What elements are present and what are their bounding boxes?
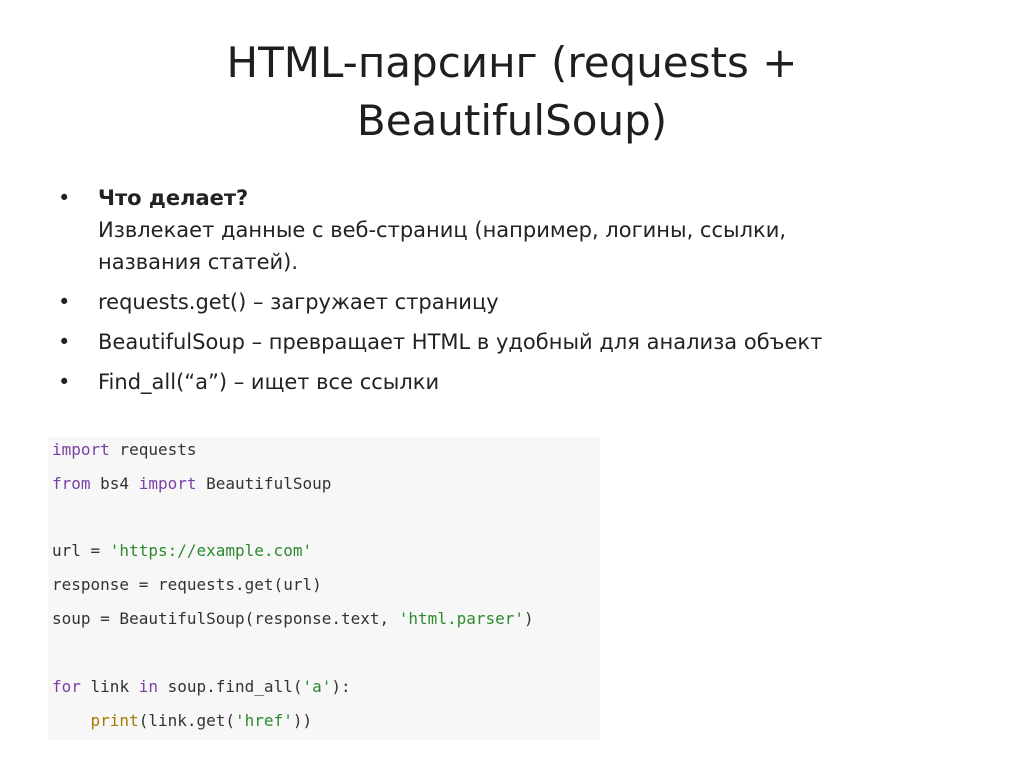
code-line-8: for link in soup.find_all('a'): (52, 674, 351, 700)
bullet-icon: • (58, 370, 71, 394)
code-string: 'href' (235, 711, 293, 730)
bullet-item-find-all: • Find_all(“a”) – ищет все ссылки (58, 366, 978, 398)
code-text: ) (524, 609, 534, 628)
code-line-5: response = requests.get(url) (52, 572, 322, 598)
bullet-item-beautifulsoup: • BeautifulSoup – превращает HTML в удоб… (58, 326, 978, 358)
bullet-text: requests.get() – загружает страницу (98, 290, 499, 314)
bullet-icon: • (58, 330, 71, 354)
code-string: 'a' (302, 677, 332, 696)
code-block: import requests from bs4 import Beautifu… (48, 437, 600, 740)
code-text: )) (292, 711, 313, 730)
bullet-text-line: Извлекает данные с веб-страниц (например… (98, 218, 787, 242)
bullet-text: Find_all(“a”) – ищет все ссылки (98, 370, 440, 394)
code-line-9: print(link.get('href')) (52, 708, 313, 734)
code-keyword: import (52, 440, 110, 459)
code-string: 'https://example.com' (109, 541, 313, 560)
bullet-item-what-it-does: • Что делает? Извлекает данные с веб-стр… (58, 182, 978, 278)
code-keyword: for (52, 677, 81, 696)
bullet-item-requests-get: • requests.get() – загружает страницу (58, 286, 978, 318)
bullet-heading: Что делает? (98, 186, 249, 210)
code-line-1: import requests (52, 437, 197, 463)
code-text: BeautifulSoup (196, 474, 332, 493)
bullet-icon: • (58, 290, 71, 314)
slide-title-line-1: HTML-парсинг (requests + (226, 38, 798, 87)
code-keyword: import (138, 474, 197, 493)
bullet-text: BeautifulSoup – превращает HTML в удобны… (98, 330, 823, 354)
code-keyword: in (138, 677, 158, 696)
slide-title-line-2: BeautifulSoup) (356, 96, 668, 145)
code-text: soup.find_all( (157, 677, 303, 696)
code-text: requests (109, 440, 197, 459)
code-text: link (80, 677, 139, 696)
code-text: (link.get( (138, 711, 236, 730)
code-keyword: from (52, 474, 91, 493)
slide-title: HTML-парсинг (requests + BeautifulSoup) (0, 34, 1024, 150)
code-line-4: url = 'https://example.com' (52, 538, 312, 564)
code-text: ): (331, 677, 351, 696)
code-text: bs4 (90, 474, 139, 493)
code-line-6: soup = BeautifulSoup(response.text, 'htm… (52, 606, 534, 632)
code-text: soup = BeautifulSoup(response.text, (52, 609, 399, 628)
bullet-icon: • (58, 186, 71, 210)
bullet-list: • Что делает? Извлекает данные с веб-стр… (58, 182, 978, 406)
code-string: 'html.parser' (398, 609, 525, 628)
bullet-text-line: названия статей). (98, 250, 299, 274)
code-line-2: from bs4 import BeautifulSoup (52, 471, 331, 497)
code-builtin: print (90, 711, 139, 730)
code-text: url = (52, 541, 110, 560)
code-text: response = requests.get(url) (52, 575, 322, 594)
